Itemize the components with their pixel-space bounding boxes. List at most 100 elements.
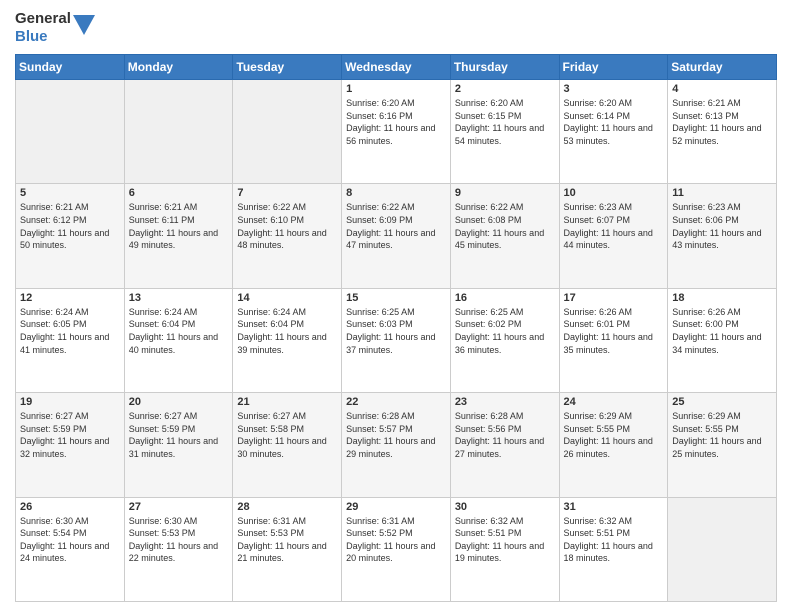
calendar-cell: 21Sunrise: 6:27 AMSunset: 5:58 PMDayligh… (233, 393, 342, 497)
day-info: Sunrise: 6:20 AMSunset: 6:15 PMDaylight:… (455, 97, 555, 147)
day-info: Sunrise: 6:25 AMSunset: 6:03 PMDaylight:… (346, 306, 446, 356)
calendar-cell: 30 Sunrise: 6:32 AMSunset: 5:51 PMDayligh… (450, 497, 559, 601)
calendar-cell: 29 Sunrise: 6:31 AMSunset: 5:52 PMDayligh… (342, 497, 451, 601)
day-number: 7 (237, 187, 337, 199)
day-info: Sunrise: 6:21 AMSunset: 6:13 PMDaylight:… (672, 97, 772, 147)
day-info: Sunrise: 6:22 AMSunset: 6:08 PMDaylight:… (455, 201, 555, 251)
day-number: 22 (346, 396, 446, 408)
day-number: 30 (455, 501, 555, 513)
day-number: 16 (455, 292, 555, 304)
day-info: Sunrise: 6:27 AMSunset: 5:59 PMDaylight:… (129, 410, 229, 460)
day-header-thursday: Thursday (450, 55, 559, 80)
day-info: Sunrise: 6:21 AMSunset: 6:12 PMDaylight:… (20, 201, 120, 251)
day-header-sunday: Sunday (16, 55, 125, 80)
calendar-cell: 19 Sunrise: 6:27 AMSunset: 5:59 PMDayligh… (16, 393, 125, 497)
day-number: 18 (672, 292, 772, 304)
day-info: Sunrise: 6:24 AMSunset: 6:05 PMDaylight:… (20, 306, 120, 356)
day-header-monday: Monday (124, 55, 233, 80)
header-row: SundayMondayTuesdayWednesdayThursdayFrid… (16, 55, 777, 80)
day-info: Sunrise: 6:24 AMSunset: 6:04 PMDaylight:… (237, 306, 337, 356)
day-info: Sunrise: 6:29 AMSunset: 5:55 PMDaylight:… (564, 410, 664, 460)
day-info: Sunrise: 6:29 AMSunset: 5:55 PMDaylight:… (672, 410, 772, 460)
logo: General Blue (15, 10, 95, 46)
day-info: Sunrise: 6:32 AMSunset: 5:51 PMDaylight:… (455, 515, 555, 565)
day-info: Sunrise: 6:20 AMSunset: 6:16 PMDaylight:… (346, 97, 446, 147)
day-number: 9 (455, 187, 555, 199)
day-info: Sunrise: 6:24 AMSunset: 6:04 PMDaylight:… (129, 306, 229, 356)
day-header-wednesday: Wednesday (342, 55, 451, 80)
day-number: 17 (564, 292, 664, 304)
day-number: 29 (346, 501, 446, 513)
calendar-cell: 22 Sunrise: 6:28 AMSunset: 5:57 PMDayligh… (342, 393, 451, 497)
day-info: Sunrise: 6:31 AMSunset: 5:53 PMDaylight:… (237, 515, 337, 565)
day-header-friday: Friday (559, 55, 668, 80)
calendar-cell: 31Sunrise: 6:32 AMSunset: 5:51 PMDayligh… (559, 497, 668, 601)
calendar-cell: 14 Sunrise: 6:24 AMSunset: 6:04 PMDayligh… (233, 288, 342, 392)
calendar-cell: 24 Sunrise: 6:29 AMSunset: 5:55 PMDayligh… (559, 393, 668, 497)
day-header-saturday: Saturday (668, 55, 777, 80)
day-number: 26 (20, 501, 120, 513)
calendar-cell (16, 80, 125, 184)
day-info: Sunrise: 6:28 AMSunset: 5:56 PMDaylight:… (455, 410, 555, 460)
day-number: 2 (455, 83, 555, 95)
calendar-cell: 12 Sunrise: 6:24 AMSunset: 6:05 PMDayligh… (16, 288, 125, 392)
day-info: Sunrise: 6:28 AMSunset: 5:57 PMDaylight:… (346, 410, 446, 460)
calendar-cell: 8 Sunrise: 6:22 AMSunset: 6:09 PMDaylight… (342, 184, 451, 288)
day-number: 11 (672, 187, 772, 199)
calendar-cell: 1Sunrise: 6:20 AMSunset: 6:16 PMDaylight… (342, 80, 451, 184)
calendar-cell: 10Sunrise: 6:23 AMSunset: 6:07 PMDayligh… (559, 184, 668, 288)
day-info: Sunrise: 6:30 AMSunset: 5:54 PMDaylight:… (20, 515, 120, 565)
calendar-cell: 20 Sunrise: 6:27 AMSunset: 5:59 PMDayligh… (124, 393, 233, 497)
calendar-cell: 27Sunrise: 6:30 AMSunset: 5:53 PMDayligh… (124, 497, 233, 601)
logo-text: General Blue (15, 10, 71, 46)
day-info: Sunrise: 6:32 AMSunset: 5:51 PMDaylight:… (564, 515, 664, 565)
day-number: 19 (20, 396, 120, 408)
calendar-cell (233, 80, 342, 184)
day-number: 15 (346, 292, 446, 304)
day-number: 5 (20, 187, 120, 199)
day-number: 4 (672, 83, 772, 95)
day-number: 27 (129, 501, 229, 513)
day-info: Sunrise: 6:26 AMSunset: 6:01 PMDaylight:… (564, 306, 664, 356)
day-number: 25 (672, 396, 772, 408)
day-number: 14 (237, 292, 337, 304)
day-info: Sunrise: 6:22 AMSunset: 6:09 PMDaylight:… (346, 201, 446, 251)
calendar-cell: 15 Sunrise: 6:25 AMSunset: 6:03 PMDayligh… (342, 288, 451, 392)
calendar-row-2: 5 Sunrise: 6:21 AMSunset: 6:12 PMDaylight… (16, 184, 777, 288)
calendar-cell: 5 Sunrise: 6:21 AMSunset: 6:12 PMDaylight… (16, 184, 125, 288)
calendar-cell: 7Sunrise: 6:22 AMSunset: 6:10 PMDaylight… (233, 184, 342, 288)
day-number: 24 (564, 396, 664, 408)
calendar-cell: 16Sunrise: 6:25 AMSunset: 6:02 PMDayligh… (450, 288, 559, 392)
logo-wordmark: General Blue (15, 10, 95, 46)
day-number: 6 (129, 187, 229, 199)
calendar-row-5: 26 Sunrise: 6:30 AMSunset: 5:54 PMDayligh… (16, 497, 777, 601)
day-number: 28 (237, 501, 337, 513)
day-info: Sunrise: 6:26 AMSunset: 6:00 PMDaylight:… (672, 306, 772, 356)
calendar-cell: 9 Sunrise: 6:22 AMSunset: 6:08 PMDaylight… (450, 184, 559, 288)
calendar-cell: 4 Sunrise: 6:21 AMSunset: 6:13 PMDaylight… (668, 80, 777, 184)
day-number: 23 (455, 396, 555, 408)
calendar-cell: 11 Sunrise: 6:23 AMSunset: 6:06 PMDayligh… (668, 184, 777, 288)
calendar-cell: 3Sunrise: 6:20 AMSunset: 6:14 PMDaylight… (559, 80, 668, 184)
day-info: Sunrise: 6:23 AMSunset: 6:06 PMDaylight:… (672, 201, 772, 251)
day-info: Sunrise: 6:27 AMSunset: 5:59 PMDaylight:… (20, 410, 120, 460)
day-number: 20 (129, 396, 229, 408)
calendar-cell: 28 Sunrise: 6:31 AMSunset: 5:53 PMDayligh… (233, 497, 342, 601)
day-header-tuesday: Tuesday (233, 55, 342, 80)
calendar-cell: 18 Sunrise: 6:26 AMSunset: 6:00 PMDayligh… (668, 288, 777, 392)
calendar-cell: 13 Sunrise: 6:24 AMSunset: 6:04 PMDayligh… (124, 288, 233, 392)
day-info: Sunrise: 6:23 AMSunset: 6:07 PMDaylight:… (564, 201, 664, 251)
calendar-cell (124, 80, 233, 184)
day-number: 3 (564, 83, 664, 95)
calendar-cell (668, 497, 777, 601)
calendar-table: SundayMondayTuesdayWednesdayThursdayFrid… (15, 54, 777, 602)
calendar-cell: 6Sunrise: 6:21 AMSunset: 6:11 PMDaylight… (124, 184, 233, 288)
calendar-row-3: 12 Sunrise: 6:24 AMSunset: 6:05 PMDayligh… (16, 288, 777, 392)
day-number: 8 (346, 187, 446, 199)
calendar-cell: 2 Sunrise: 6:20 AMSunset: 6:15 PMDaylight… (450, 80, 559, 184)
day-info: Sunrise: 6:31 AMSunset: 5:52 PMDaylight:… (346, 515, 446, 565)
calendar-cell: 26 Sunrise: 6:30 AMSunset: 5:54 PMDayligh… (16, 497, 125, 601)
calendar-row-1: 1Sunrise: 6:20 AMSunset: 6:16 PMDaylight… (16, 80, 777, 184)
day-number: 13 (129, 292, 229, 304)
day-number: 12 (20, 292, 120, 304)
